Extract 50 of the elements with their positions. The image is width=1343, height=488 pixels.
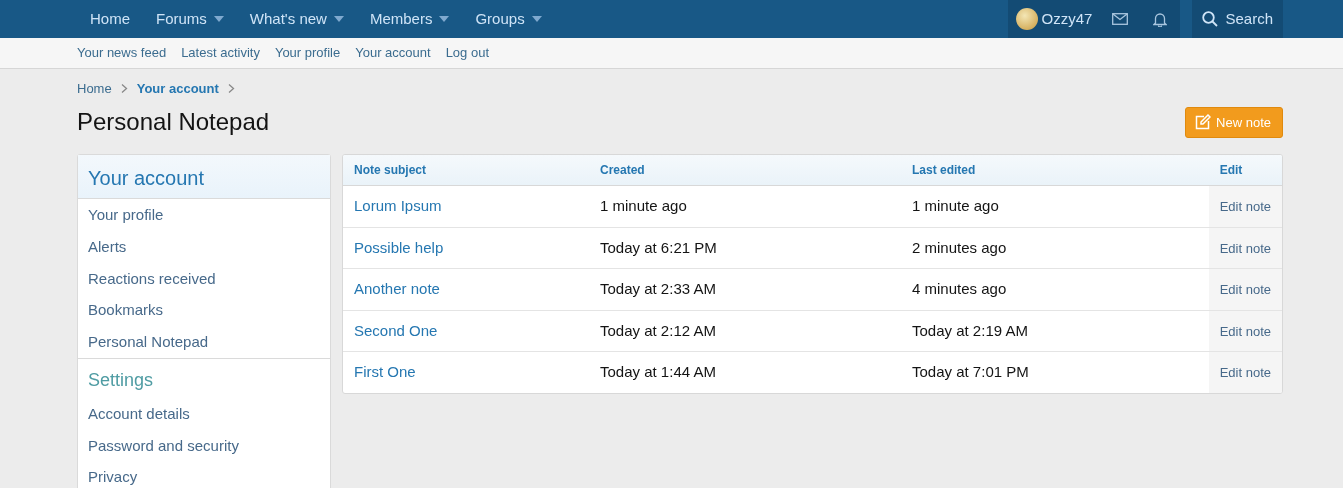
note-link[interactable]: Possible help <box>354 238 444 256</box>
breadcrumb-link[interactable]: Your account <box>136 79 219 99</box>
search-icon <box>1202 11 1219 27</box>
table-cell: Today at 2:12 AM <box>589 310 901 352</box>
column-header: Last edited <box>901 155 1209 186</box>
table-cell: 1 minute ago <box>901 185 1209 227</box>
edit-icon <box>1195 114 1212 131</box>
nav-tab[interactable]: Groups <box>462 0 555 38</box>
column-header: Created <box>589 155 901 186</box>
table-cell: Today at 6:21 PM <box>589 227 901 269</box>
table-cell: Today at 2:19 AM <box>901 310 1209 352</box>
nav-tab[interactable]: Home <box>77 0 143 38</box>
sidebar-heading: Your account <box>78 155 330 199</box>
envelope-icon <box>1112 13 1129 25</box>
nav-tab[interactable]: What's new <box>236 0 357 38</box>
note-link[interactable]: Another note <box>354 280 440 297</box>
sidebar-item[interactable]: Personal Notepad <box>78 326 330 358</box>
sidebar-item[interactable]: Account details <box>78 397 330 430</box>
table-cell: 2 minutes ago <box>901 227 1209 269</box>
sidebar-item[interactable]: Your profile <box>78 199 330 231</box>
column-header: Edit <box>1208 155 1282 186</box>
sidebar-item[interactable]: Bookmarks <box>78 294 330 326</box>
page-title: Personal Notepad <box>77 107 270 137</box>
sidebar-item[interactable]: Password and security <box>78 429 330 462</box>
table-cell: Today at 2:33 AM <box>589 268 901 310</box>
sidebar-heading: Settings <box>78 357 330 398</box>
subnav-link[interactable]: Your profile <box>274 43 341 63</box>
breadcrumb-link[interactable]: Home <box>77 79 112 99</box>
sidebar-item[interactable]: Alerts <box>78 230 330 263</box>
sidebar-item[interactable]: Reactions received <box>78 262 330 295</box>
subnav-link[interactable]: Log out <box>445 43 489 63</box>
note-link[interactable]: First One <box>354 363 416 380</box>
chevron-icon <box>227 84 235 94</box>
table-cell: Today at 7:01 PM <box>901 351 1209 393</box>
sidebar-item[interactable]: Privacy <box>78 461 330 488</box>
subnav-link[interactable]: Latest activity <box>181 43 260 63</box>
bell-icon <box>1153 11 1168 27</box>
note-link[interactable]: Second One <box>354 321 438 339</box>
avatar-icon <box>1015 8 1038 30</box>
note-link[interactable]: Lorum Ipsum <box>354 197 442 214</box>
search-button[interactable]: Search <box>1192 0 1283 38</box>
chevron-icon <box>120 84 128 94</box>
table-cell: 4 minutes ago <box>901 268 1209 310</box>
column-header: Note subject <box>343 155 589 186</box>
nav-tab[interactable]: Forums <box>143 0 237 38</box>
subnav-link[interactable]: Your account <box>355 43 431 63</box>
table-cell: 1 minute ago <box>589 185 901 227</box>
table-cell: Today at 1:44 AM <box>589 351 901 393</box>
nav-tab[interactable]: Members <box>356 0 463 38</box>
subnav-link[interactable]: Your news feed <box>77 43 167 63</box>
